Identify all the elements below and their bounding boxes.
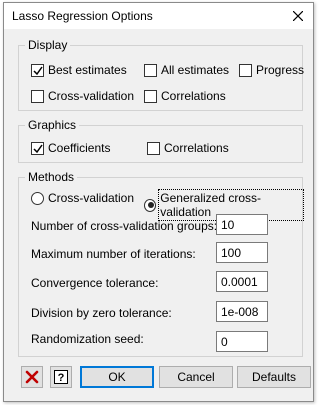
progress-box[interactable]	[239, 63, 252, 77]
cross-validation-radio-label: Cross-validation	[48, 191, 135, 205]
coefficients-checkbox[interactable]: Coefficients	[31, 141, 110, 155]
div-zero-label: Division by zero tolerance:	[31, 306, 172, 320]
best-estimates-label: Best estimates	[48, 63, 127, 77]
cross-validation-radio[interactable]: Cross-validation	[31, 191, 134, 205]
checkmark-icon	[33, 144, 43, 153]
div-zero-input[interactable]	[216, 301, 268, 322]
checkmark-icon	[33, 66, 43, 75]
seed-label: Randomization seed:	[31, 332, 144, 346]
graphics-correlations-checkbox[interactable]: Correlations	[147, 141, 229, 155]
convergence-label: Convergence tolerance:	[31, 276, 159, 290]
display-group-label: Display	[25, 38, 71, 52]
graphics-group-label: Graphics	[25, 118, 80, 132]
methods-group: Methods Cross-validation Generalized cro…	[18, 170, 304, 357]
best-estimates-checkbox[interactable]: Best estimates	[31, 63, 127, 77]
lasso-options-dialog: Lasso Regression Options Display Best es…	[3, 2, 314, 402]
display-cross-validation-checkbox[interactable]: Cross-validation	[31, 89, 134, 103]
red-x-icon	[25, 370, 39, 384]
cancel-button[interactable]: Cancel	[159, 366, 233, 388]
title-bar: Lasso Regression Options	[4, 3, 313, 29]
close-button[interactable]	[283, 3, 313, 29]
graphics-correlations-label: Correlations	[164, 141, 229, 155]
coefficients-label: Coefficients	[48, 141, 111, 155]
radio-selected-dot	[147, 202, 154, 208]
display-correlations-box[interactable]	[144, 89, 157, 103]
best-estimates-box[interactable]	[31, 63, 44, 77]
display-cross-validation-label: Cross-validation	[48, 89, 135, 103]
svg-text:?: ?	[58, 372, 65, 384]
all-estimates-checkbox[interactable]: All estimates	[144, 63, 229, 77]
clear-button[interactable]	[21, 366, 43, 388]
max-iterations-label: Maximum number of iterations:	[31, 247, 196, 261]
cross-validation-radio-circle[interactable]	[31, 191, 44, 205]
methods-group-label: Methods	[25, 170, 78, 184]
graphics-correlations-box[interactable]	[147, 141, 160, 155]
graphics-group: Graphics Coefficients Correlations	[18, 118, 303, 163]
all-estimates-label: All estimates	[161, 63, 230, 77]
all-estimates-box[interactable]	[144, 63, 157, 77]
convergence-input[interactable]	[216, 271, 268, 292]
window-title: Lasso Regression Options	[12, 9, 153, 23]
display-cross-validation-box[interactable]	[31, 89, 44, 103]
close-icon	[293, 11, 303, 21]
progress-checkbox[interactable]: Progress	[239, 63, 304, 77]
coefficients-box[interactable]	[31, 141, 44, 155]
display-correlations-label: Correlations	[161, 89, 226, 103]
num-groups-label: Number of cross-validation groups:	[31, 219, 218, 233]
defaults-button[interactable]: Defaults	[237, 366, 311, 388]
seed-input[interactable]	[216, 331, 268, 352]
progress-label: Progress	[256, 63, 305, 77]
display-group: Display Best estimates All estimates Pro…	[18, 38, 304, 111]
max-iterations-input[interactable]	[216, 242, 268, 263]
display-correlations-checkbox[interactable]: Correlations	[144, 89, 226, 103]
help-button[interactable]: ?	[50, 366, 72, 388]
help-icon: ?	[54, 370, 68, 384]
generalized-cv-radio-circle[interactable]	[144, 198, 157, 212]
num-groups-input[interactable]	[216, 214, 268, 235]
ok-button[interactable]: OK	[80, 366, 154, 388]
